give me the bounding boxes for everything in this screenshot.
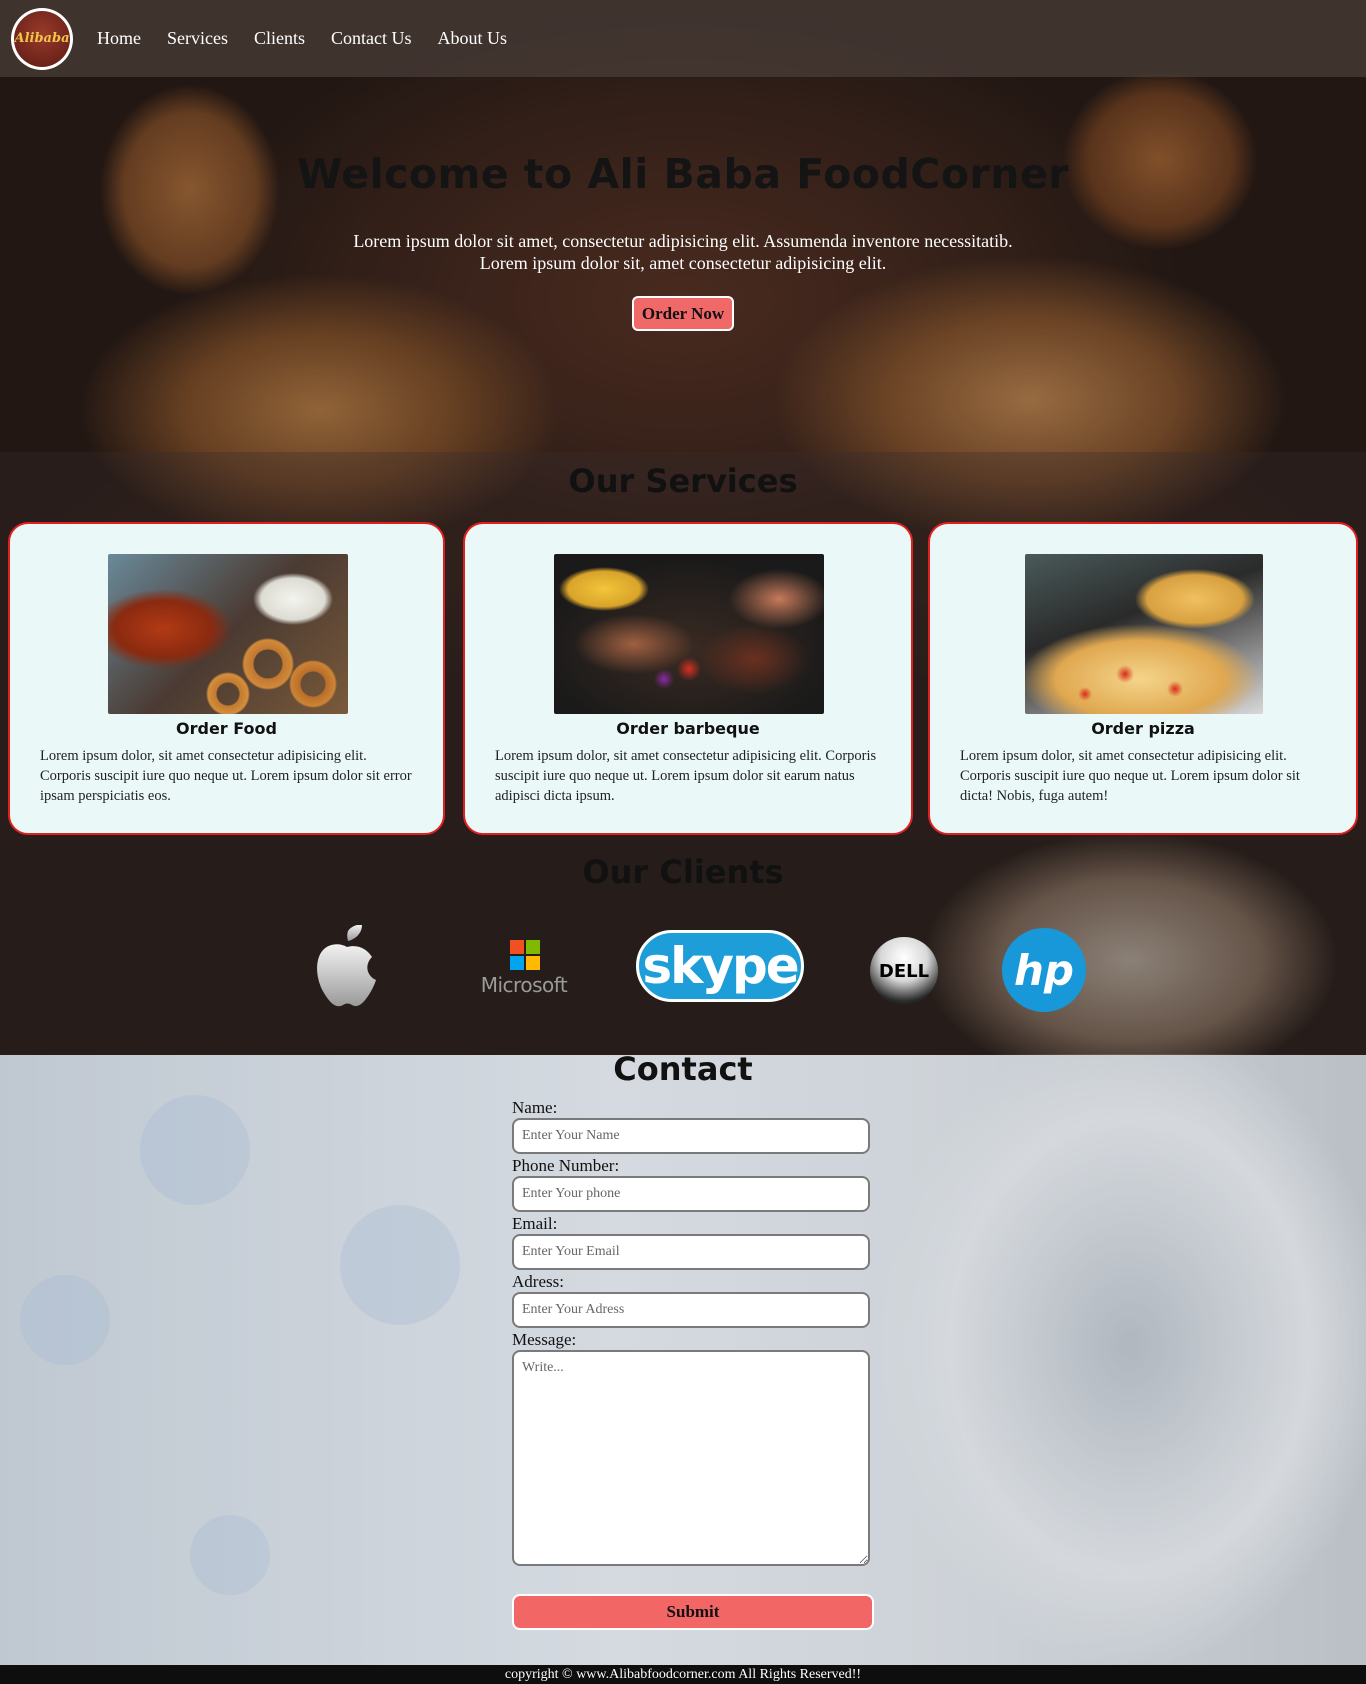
name-field[interactable] — [512, 1118, 870, 1154]
hp-logo: hp — [1002, 928, 1086, 1012]
services-title: Our Services — [568, 462, 798, 500]
service-card-title: Order barbeque — [616, 719, 760, 738]
site-header: Alibaba Home Services Clients Contact Us… — [0, 0, 1366, 77]
microsoft-logo: Microsoft — [478, 940, 570, 997]
service-card-barbeque: Order barbeque Lorem ipsum dolor, sit am… — [463, 522, 913, 835]
logo-text: Alibaba — [14, 31, 70, 46]
name-label: Name: — [512, 1098, 558, 1117]
message-field[interactable] — [512, 1350, 870, 1566]
dell-logo: DELL — [870, 937, 938, 1005]
service-card-food: Order Food Lorem ipsum dolor, sit amet c… — [8, 522, 445, 835]
nav-contact-us[interactable]: Contact Us — [331, 28, 412, 49]
dell-wordmark: DELL — [878, 960, 930, 982]
hero-title: Welcome to Ali Baba FoodCorner — [297, 150, 1069, 198]
apple-icon — [317, 924, 376, 1007]
message-label: Message: — [512, 1330, 577, 1349]
nav-clients[interactable]: Clients — [254, 28, 305, 49]
main-nav: Home Services Clients Contact Us About U… — [97, 28, 533, 49]
windows-icon — [510, 940, 540, 970]
food-image — [108, 554, 348, 714]
service-card-text: Lorem ipsum dolor, sit amet consectetur … — [495, 748, 877, 804]
address-field[interactable] — [512, 1292, 870, 1328]
site-logo[interactable]: Alibaba — [11, 7, 73, 70]
hero-text-line-1: Lorem ipsum dolor sit amet, consectetur … — [353, 231, 1013, 251]
hero-text-line-2: Lorem ipsum dolor sit, amet consectetur … — [479, 253, 887, 273]
order-now-button[interactable]: Order Now — [632, 296, 734, 331]
contact-title: Contact — [613, 1050, 753, 1088]
nav-about-us[interactable]: About Us — [438, 28, 508, 49]
microsoft-wordmark: Microsoft — [480, 973, 568, 997]
nav-home[interactable]: Home — [97, 28, 141, 49]
service-card-text: Lorem ipsum dolor, sit amet consectetur … — [960, 748, 1300, 804]
contact-form: Name: Phone Number: Email: Adress: Messa… — [512, 1098, 874, 1566]
clients-title: Our Clients — [582, 853, 784, 891]
phone-field[interactable] — [512, 1176, 870, 1212]
hero-description: Lorem ipsum dolor sit amet, consectetur … — [333, 230, 1033, 274]
pizza-image — [1025, 554, 1263, 714]
logo-badge: Alibaba — [14, 10, 70, 67]
skype-logo: skype — [636, 930, 804, 1002]
address-label: Adress: — [512, 1272, 564, 1291]
site-footer: copyright © www.Alibabfoodcorner.com All… — [0, 1665, 1366, 1684]
service-card-title: Order Food — [176, 719, 277, 738]
hp-wordmark: hp — [1014, 945, 1074, 995]
service-card-title: Order pizza — [1091, 719, 1195, 738]
service-card-text: Lorem ipsum dolor, sit amet consectetur … — [40, 748, 412, 804]
nav-services[interactable]: Services — [167, 28, 228, 49]
submit-button[interactable]: Submit — [512, 1594, 874, 1630]
skype-wordmark: skype — [642, 937, 799, 995]
service-card-pizza: Order pizza Lorem ipsum dolor, sit amet … — [928, 522, 1358, 835]
apple-logo — [312, 924, 382, 1010]
email-field[interactable] — [512, 1234, 870, 1270]
email-label: Email: — [512, 1214, 558, 1233]
phone-label: Phone Number: — [512, 1156, 620, 1175]
copyright-text: copyright © www.Alibabfoodcorner.com All… — [504, 1667, 862, 1682]
barbeque-image — [554, 554, 824, 714]
